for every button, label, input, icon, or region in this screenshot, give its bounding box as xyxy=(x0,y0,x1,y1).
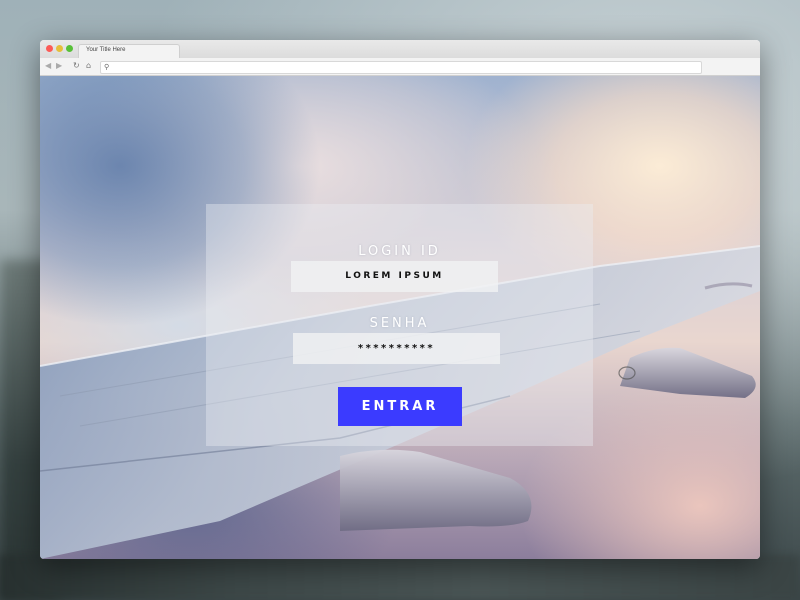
reload-icon[interactable]: ↻ xyxy=(73,61,80,71)
password-field[interactable]: ********** xyxy=(293,333,500,364)
url-bar[interactable]: ⚲ xyxy=(100,61,702,74)
page-viewport: LOGIN ID LOREM IPSUM SENHA ********** EN… xyxy=(40,76,760,559)
background-blur-bottom xyxy=(0,555,800,600)
close-window-button[interactable] xyxy=(46,45,53,52)
back-arrow-icon[interactable]: ◀ xyxy=(45,61,51,71)
maximize-window-button[interactable] xyxy=(66,45,73,52)
password-label: SENHA xyxy=(369,316,430,331)
minimize-window-button[interactable] xyxy=(56,45,63,52)
enter-button[interactable]: ENTRAR xyxy=(338,387,462,426)
login-id-field[interactable]: LOREM IPSUM xyxy=(291,261,498,292)
home-icon[interactable]: ⌂ xyxy=(86,61,91,71)
browser-toolbar: ◀ ▶ ↻ ⌂ ⚲ xyxy=(40,58,760,76)
title-bar: Your Title Here xyxy=(40,40,760,59)
search-icon: ⚲ xyxy=(104,63,110,71)
browser-tab[interactable]: Your Title Here xyxy=(78,44,180,59)
tab-title: Your Title Here xyxy=(86,47,126,53)
login-id-label: LOGIN ID xyxy=(358,244,441,259)
login-panel: LOGIN ID LOREM IPSUM SENHA ********** EN… xyxy=(206,204,593,446)
forward-arrow-icon[interactable]: ▶ xyxy=(56,61,62,71)
browser-window: Your Title Here ◀ ▶ ↻ ⌂ ⚲ LOGIN ID LOREM… xyxy=(40,40,760,559)
